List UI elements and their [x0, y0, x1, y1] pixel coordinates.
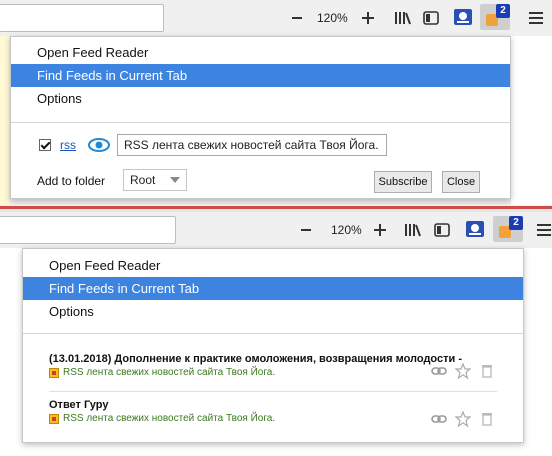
menu-open-feed-reader[interactable]: Open Feed Reader	[11, 41, 510, 64]
menu-options[interactable]: Options	[11, 87, 510, 110]
add-to-folder-label: Add to folder	[37, 174, 106, 188]
divider	[23, 333, 523, 334]
sidebar-icon[interactable]	[422, 9, 440, 27]
feed-item-source-label: RSS лента свежих новостей сайта Твоя Йог…	[63, 413, 276, 424]
menu-options[interactable]: Options	[23, 300, 523, 323]
feed-item-source: RSS лента свежих новостей сайта Твоя Йог…	[49, 413, 275, 424]
divider	[11, 122, 510, 123]
page-background	[0, 36, 9, 205]
close-button[interactable]: Close	[442, 171, 480, 193]
feed-title-field[interactable]: RSS лента свежих новостей сайта Твоя Йог…	[117, 134, 387, 156]
zoom-level[interactable]: 120%	[331, 223, 362, 237]
page-background-right	[511, 36, 552, 205]
unread-badge: 2	[509, 216, 523, 230]
feed-checkbox[interactable]	[39, 139, 51, 151]
feed-item-title[interactable]: (13.01.2018) Дополнение к практике омоло…	[49, 353, 462, 365]
screenshot-icon[interactable]	[452, 7, 474, 27]
preview-eye-icon[interactable]	[88, 138, 110, 155]
feed-icon	[49, 413, 59, 424]
feed-item-source: RSS лента свежих новостей сайта Твоя Йог…	[49, 367, 275, 378]
zoom-level[interactable]: 120%	[317, 11, 348, 25]
sidebar-icon[interactable]	[433, 221, 451, 239]
feed-item-title[interactable]: Ответ Гуру	[49, 399, 108, 411]
zoom-in-icon[interactable]	[371, 221, 389, 239]
star-icon[interactable]	[455, 411, 471, 427]
library-icon[interactable]	[403, 221, 423, 239]
subscribe-button[interactable]: Subscribe	[374, 171, 432, 193]
zoom-out-icon[interactable]	[298, 222, 314, 238]
feed-item-actions	[431, 363, 495, 379]
chevron-down-icon	[170, 177, 180, 183]
menu-open-feed-reader[interactable]: Open Feed Reader	[23, 254, 523, 277]
hamburger-menu-icon[interactable]	[536, 221, 552, 239]
folder-select-value: Root	[130, 173, 156, 187]
trash-icon[interactable]	[479, 363, 495, 379]
library-icon[interactable]	[393, 9, 413, 27]
feed-item-divider	[49, 391, 497, 392]
menu-find-feeds[interactable]: Find Feeds in Current Tab	[11, 64, 510, 87]
feed-item-actions	[431, 411, 495, 427]
star-icon[interactable]	[455, 363, 471, 379]
screenshot-icon[interactable]	[464, 219, 486, 239]
unread-badge: 2	[496, 4, 510, 18]
link-icon[interactable]	[431, 363, 447, 379]
feed-popup: Open Feed Reader Find Feeds in Current T…	[10, 36, 511, 199]
feed-item-source-label: RSS лента свежих новостей сайта Твоя Йог…	[63, 367, 276, 378]
link-icon[interactable]	[431, 411, 447, 427]
trash-icon[interactable]	[479, 411, 495, 427]
url-bar[interactable]	[0, 216, 176, 244]
zoom-in-icon[interactable]	[359, 9, 377, 27]
feed-icon	[49, 367, 59, 378]
feed-popup: Open Feed Reader Find Feeds in Current T…	[22, 248, 524, 443]
folder-select[interactable]: Root	[123, 169, 187, 191]
feed-link[interactable]: rss	[60, 138, 76, 152]
hamburger-menu-icon[interactable]	[526, 9, 546, 27]
menu-find-feeds[interactable]: Find Feeds in Current Tab	[23, 277, 523, 300]
top-screenshot-pane: 120% 2 Open Feed Reader Find Feeds in Cu…	[0, 0, 552, 205]
url-bar[interactable]	[0, 4, 164, 32]
zoom-out-icon[interactable]	[289, 10, 305, 26]
bottom-screenshot-pane: 120% 2 Open Feed Reader Find Feeds in Cu…	[0, 212, 552, 456]
